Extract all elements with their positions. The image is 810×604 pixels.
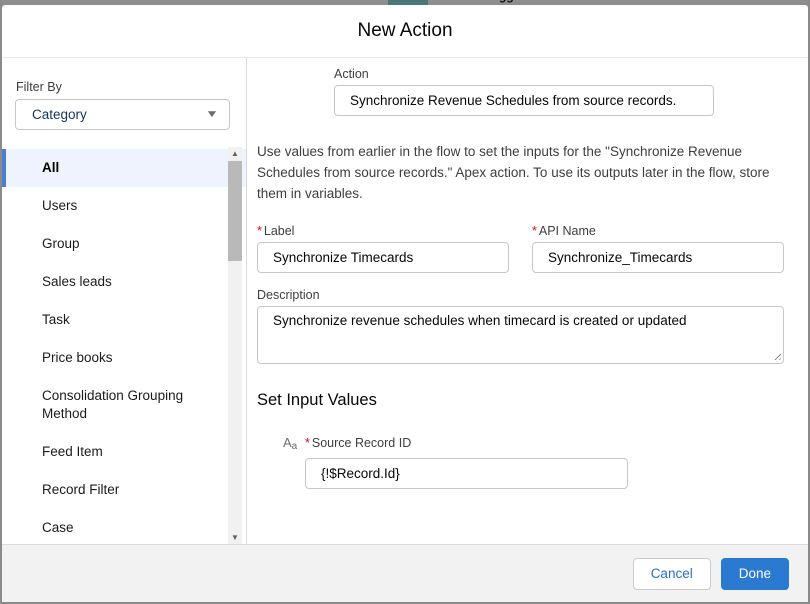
action-input[interactable] <box>334 85 714 116</box>
category-list: All Users Group Sales leads Task Price b… <box>2 149 246 544</box>
modal-header: New Action <box>2 5 808 58</box>
category-dropdown[interactable]: Category ▼ <box>15 99 230 130</box>
source-record-id-field-group: Aa *Source Record ID <box>257 436 784 489</box>
required-asterisk: * <box>532 224 537 238</box>
api-name-field-label: *API Name <box>532 224 784 238</box>
required-asterisk: * <box>305 436 310 450</box>
source-record-id-label: *Source Record ID <box>305 436 411 450</box>
category-sidebar: Filter By Category ▼ All Users Group Sal… <box>2 58 247 544</box>
done-button[interactable]: Done <box>721 558 789 590</box>
category-item-all[interactable]: All <box>2 149 246 187</box>
required-asterisk: * <box>257 224 262 238</box>
description-textarea[interactable]: Synchronize revenue schedules when timec… <box>257 306 784 364</box>
flow-start-node-icon <box>388 0 428 5</box>
description-field-group: Description Synchronize revenue schedule… <box>257 288 784 364</box>
chevron-down-icon: ▼ <box>205 109 219 120</box>
scrollbar-up-arrow-icon[interactable]: ▲ <box>228 147 242 160</box>
category-item-case[interactable]: Case <box>2 509 246 544</box>
label-field-label: *Label <box>257 224 509 238</box>
text-type-icon: Aa <box>283 436 305 454</box>
label-api-row: *Label *API Name <box>257 224 784 273</box>
cancel-button[interactable]: Cancel <box>633 558 711 590</box>
action-form: Action Use values from earlier in the fl… <box>247 58 808 544</box>
new-action-dialog: New Action Filter By Category ▼ All User… <box>2 5 808 602</box>
modal-title: New Action <box>357 20 452 42</box>
new-action-modal-window: Record-Triggered Flow New Action Filter … <box>0 0 810 604</box>
description-field-label: Description <box>257 288 784 302</box>
category-dropdown-value: Category <box>32 107 87 122</box>
set-input-values-heading: Set Input Values <box>257 391 784 410</box>
category-item-task[interactable]: Task <box>2 301 246 339</box>
action-label: Action <box>334 67 714 81</box>
category-item-consolidation-grouping-method[interactable]: Consolidation Grouping Method <box>2 377 246 433</box>
category-item-sales-leads[interactable]: Sales leads <box>2 263 246 301</box>
sidebar-scrollbar[interactable]: ▲ ▼ <box>228 147 242 544</box>
category-item-group[interactable]: Group <box>2 225 246 263</box>
modal-footer: Cancel Done <box>2 544 808 602</box>
filter-by-label: Filter By <box>16 80 246 94</box>
label-input[interactable] <box>257 242 509 273</box>
source-record-id-input[interactable] <box>305 458 628 489</box>
flow-canvas-clipped-title: Record-Triggered Flow <box>439 0 570 3</box>
api-name-input[interactable] <box>532 242 784 273</box>
scrollbar-thumb[interactable] <box>228 161 242 261</box>
help-text: Use values from earlier in the flow to s… <box>257 141 784 204</box>
scrollbar-down-arrow-icon[interactable]: ▼ <box>228 531 242 544</box>
category-item-record-filter[interactable]: Record Filter <box>2 471 246 509</box>
modal-body: Filter By Category ▼ All Users Group Sal… <box>2 58 808 544</box>
api-name-field-group: *API Name <box>532 224 784 273</box>
category-item-price-books[interactable]: Price books <box>2 339 246 377</box>
background-flow-canvas: Record-Triggered Flow <box>2 0 808 5</box>
category-item-feed-item[interactable]: Feed Item <box>2 433 246 471</box>
category-item-users[interactable]: Users <box>2 187 246 225</box>
action-field-group: Action <box>334 67 714 116</box>
label-field-group: *Label <box>257 224 509 273</box>
